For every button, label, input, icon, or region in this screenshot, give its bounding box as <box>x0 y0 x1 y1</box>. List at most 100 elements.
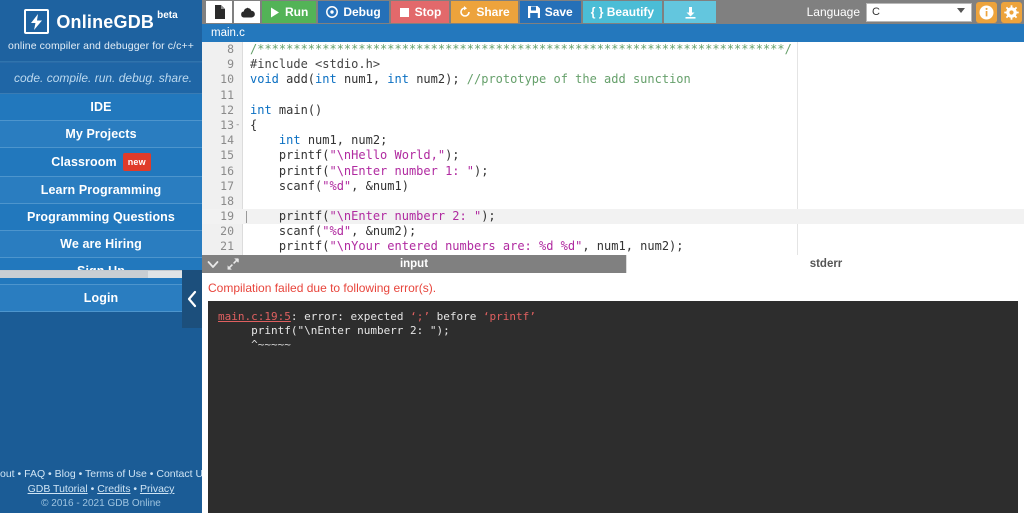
code-line[interactable]: 9#include <stdio.h> <box>202 57 1024 72</box>
code-line-text: /***************************************… <box>250 42 792 57</box>
code-token: int <box>387 72 409 86</box>
footer-link-credits[interactable]: Credits <box>97 483 130 495</box>
debug-target-icon <box>326 6 338 18</box>
sidebar-item-learn-programming[interactable]: Learn Programming <box>0 177 202 204</box>
line-number: 9 <box>202 57 234 72</box>
footer-link-faq[interactable]: FAQ <box>24 468 45 480</box>
footer-separator: • <box>45 468 55 480</box>
code-token: ); <box>445 148 459 162</box>
brand-row: OnlineGDB beta <box>0 9 202 34</box>
code-line[interactable]: 12int main() <box>202 103 1024 118</box>
chevron-down-icon[interactable] <box>206 257 220 271</box>
code-token: { <box>250 118 257 132</box>
code-line[interactable]: 8/**************************************… <box>202 42 1024 57</box>
console-token: : error: expected <box>291 310 410 323</box>
debug-button[interactable]: Debug <box>318 1 388 23</box>
code-token: void <box>250 72 279 86</box>
code-line[interactable]: 20 scanf("%d", &num2); <box>202 224 1024 239</box>
code-line[interactable]: 18 <box>202 194 1024 209</box>
code-token: num1, num2; <box>301 133 388 147</box>
line-number: 11 <box>202 88 234 103</box>
code-token: <stdio.h> <box>315 57 380 71</box>
cloud-upload-icon <box>240 6 255 19</box>
settings-button[interactable] <box>1001 2 1022 23</box>
compilation-status-message: Compilation failed due to following erro… <box>202 273 1024 295</box>
code-line[interactable]: 10void add(int num1, int num2); //protot… <box>202 72 1024 87</box>
code-editor[interactable]: 8/**************************************… <box>202 42 1024 255</box>
info-button[interactable] <box>976 2 997 23</box>
save-button[interactable]: Save <box>520 1 581 23</box>
sidebar-item-programming-questions[interactable]: Programming Questions <box>0 204 202 231</box>
code-line[interactable]: 17 scanf("%d", &num1) <box>202 179 1024 194</box>
footer-link-privacy[interactable]: Privacy <box>140 483 174 495</box>
code-lines[interactable]: 8/**************************************… <box>202 42 1024 255</box>
download-button[interactable] <box>664 1 716 23</box>
expand-arrows-icon[interactable] <box>226 257 240 271</box>
chevron-down-icon <box>957 8 965 13</box>
stop-label: Stop <box>415 5 442 19</box>
sidebar-collapse-button[interactable] <box>182 270 202 328</box>
code-line[interactable]: 14 int num1, num2; <box>202 133 1024 148</box>
code-token <box>272 103 279 117</box>
code-line[interactable]: 11 <box>202 88 1024 103</box>
code-line[interactable]: 16 printf("\nEnter number 1: "); <box>202 164 1024 179</box>
beautify-button[interactable]: { } Beautify <box>583 1 662 23</box>
sidebar-item-classroom[interactable]: Classroomnew <box>0 148 202 177</box>
file-tab-main-c[interactable]: main.c <box>202 24 1024 42</box>
input-tab-label: input <box>400 258 428 270</box>
code-token: //prototype of the add sunction <box>467 72 691 86</box>
toolbar-right-group: Language C <box>807 1 1022 23</box>
run-button[interactable]: Run <box>262 1 316 23</box>
footer-links-row-2: GDB Tutorial • Credits • Privacy <box>0 482 202 497</box>
sidebar: OnlineGDB beta online compiler and debug… <box>0 0 202 513</box>
footer-link-terms-of-use[interactable]: Terms of Use <box>85 468 147 480</box>
console-token: before <box>430 310 483 323</box>
toolbar-button-group: Run Debug Stop Share <box>206 1 718 23</box>
sidebar-footer: out • FAQ • Blog • Terms of Use • Contac… <box>0 467 202 513</box>
code-line[interactable]: 21 printf("\nYour entered numbers are: %… <box>202 239 1024 254</box>
beautify-label: { } Beautify <box>591 5 654 19</box>
console-token: printf("\nEnter numberr 2: "); <box>218 324 450 337</box>
code-line[interactable]: 13-{ <box>202 118 1024 133</box>
share-button[interactable]: Share <box>451 1 517 23</box>
sidebar-item-we-are-hiring[interactable]: We are Hiring <box>0 231 202 258</box>
code-token: "\nEnter numberr 2: " <box>329 209 481 223</box>
language-select[interactable]: C <box>866 3 972 22</box>
code-line-text: scanf("%d", &num1) <box>250 179 409 194</box>
input-tab[interactable]: input <box>202 255 626 273</box>
stderr-tab[interactable]: stderr <box>626 255 1024 273</box>
sidebar-item-badge: new <box>123 153 151 171</box>
chevron-left-icon <box>187 290 198 308</box>
console-token: ‘printf’ <box>483 310 536 323</box>
upload-file-button[interactable] <box>234 1 260 23</box>
sidebar-item-my-projects[interactable]: My Projects <box>0 121 202 148</box>
code-token: scanf( <box>250 179 322 193</box>
line-number: 18 <box>202 194 234 209</box>
sidebar-item-ide[interactable]: IDE <box>0 94 202 121</box>
footer-link-gdb-tutorial[interactable]: GDB Tutorial <box>28 483 88 495</box>
code-token: ); <box>481 209 495 223</box>
line-number: 20 <box>202 224 234 239</box>
line-number: 17 <box>202 179 234 194</box>
code-line[interactable]: 19 printf("\nEnter numberr 2: "); <box>202 209 1024 224</box>
footer-link-out[interactable]: out <box>0 468 15 480</box>
code-fold-toggle-icon[interactable]: - <box>235 118 243 133</box>
code-line-text: int num1, num2; <box>250 133 387 148</box>
code-token: int <box>250 103 272 117</box>
code-line[interactable]: 15 printf("\nHello World,"); <box>202 148 1024 163</box>
footer-links-row-1: out • FAQ • Blog • Terms of Use • Contac… <box>0 467 202 482</box>
new-file-button[interactable] <box>206 1 232 23</box>
scrollbar-thumb[interactable] <box>0 271 148 278</box>
footer-link-contact-us[interactable]: Contact Us <box>156 468 202 480</box>
file-tab-bar: main.c <box>202 24 1024 42</box>
footer-link-blog[interactable]: Blog <box>55 468 76 480</box>
stop-button[interactable]: Stop <box>391 1 450 23</box>
code-token: ); <box>474 164 488 178</box>
code-token: , &num2); <box>351 224 416 238</box>
sidebar-horizontal-scrollbar[interactable] <box>0 270 200 278</box>
line-number: 12 <box>202 103 234 118</box>
console-token: ‘;’ <box>410 310 430 323</box>
sidebar-item-label: We are Hiring <box>60 237 142 251</box>
console-line: printf("\nEnter numberr 2: "); <box>208 324 1018 338</box>
sidebar-item-login[interactable]: Login <box>0 285 202 312</box>
